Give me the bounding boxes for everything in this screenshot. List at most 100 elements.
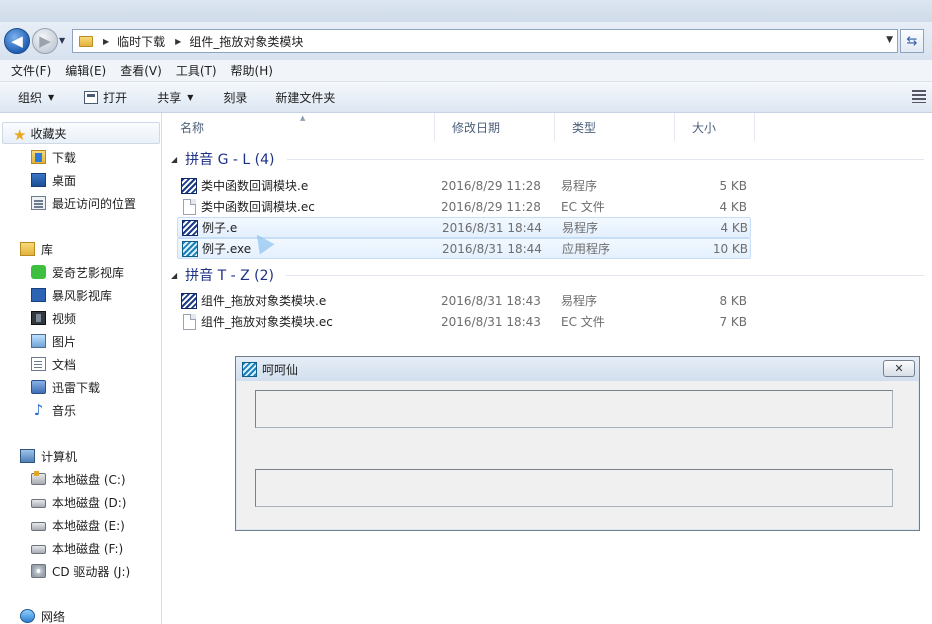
nav-documents[interactable]: 文档 [31, 353, 76, 375]
collapse-triangle-icon[interactable]: ◢ [171, 155, 177, 164]
nav-label: 文档 [52, 357, 77, 372]
drop-target-box-2[interactable] [255, 469, 893, 507]
view-options-icon[interactable] [912, 90, 926, 103]
share-button[interactable]: 共享 ▼ [137, 85, 203, 109]
pictures-icon [31, 334, 46, 348]
nav-label: 爱奇艺影视库 [52, 265, 125, 280]
file-size: 4 KB [720, 220, 748, 235]
refresh-button[interactable]: ⇆ [900, 29, 924, 53]
file-date: 2016/8/31 18:43 [441, 293, 541, 308]
collapse-triangle-icon[interactable]: ◢ [171, 271, 177, 280]
refresh-icon: ⇆ [906, 33, 918, 49]
column-name[interactable]: 名称 [163, 113, 435, 141]
menu-help[interactable]: 帮助(H) [224, 62, 280, 79]
nav-disk-e[interactable]: 本地磁盘 (E:) [31, 514, 125, 536]
app-icon [242, 361, 257, 377]
dialog-window: 呵呵仙 ✕ [235, 356, 920, 531]
nav-pictures[interactable]: 图片 [31, 330, 76, 352]
nav-label: 迅雷下载 [52, 380, 101, 395]
file-size: 10 KB [712, 241, 748, 256]
nav-label: 本地磁盘 (D:) [52, 495, 127, 510]
nav-favorites[interactable]: ★ 收藏夹 [2, 122, 160, 144]
nav-computer[interactable]: 计算机 [20, 445, 77, 467]
close-button[interactable]: ✕ [883, 360, 915, 377]
burn-button[interactable]: 刻录 [203, 85, 257, 109]
column-type[interactable]: 类型 [555, 113, 675, 141]
share-label: 共享 [157, 90, 182, 105]
close-icon: ✕ [894, 362, 904, 375]
arrow-right-icon: ▶ [39, 32, 51, 50]
file-row[interactable]: 组件_拖放对象类模块.e 2016/8/31 18:43 易程序 8 KB [177, 290, 751, 311]
downloads-folder-icon [31, 150, 46, 164]
file-date: 2016/8/31 18:43 [441, 314, 541, 329]
drop-target-box-1[interactable] [255, 390, 893, 428]
nav-label: 桌面 [52, 173, 77, 188]
blank-file-icon [183, 198, 196, 215]
menu-view[interactable]: 查看(V) [113, 62, 169, 79]
file-row[interactable]: 类中函数回调模块.ec 2016/8/29 11:28 EC 文件 4 KB [177, 196, 751, 217]
group-header[interactable]: ◢ 拼音 T - Z (2) [163, 265, 932, 285]
new-folder-label: 新建文件夹 [275, 90, 336, 105]
nav-storm[interactable]: 暴风影视库 [31, 284, 112, 306]
file-row[interactable]: 组件_拖放对象类模块.ec 2016/8/31 18:43 EC 文件 7 KB [177, 311, 751, 332]
address-bar[interactable]: ▶ 临时下载 ▶ 组件_拖放对象类模块 ▼ [72, 29, 898, 53]
nav-label: 库 [41, 242, 54, 257]
file-size: 8 KB [719, 293, 747, 308]
open-window-icon [84, 90, 99, 104]
nav-libraries[interactable]: 库 [20, 238, 53, 260]
column-date[interactable]: 修改日期 [435, 113, 555, 141]
star-icon: ★ [13, 126, 27, 144]
nav-iqiyi[interactable]: 爱奇艺影视库 [31, 261, 124, 283]
nav-disk-d[interactable]: 本地磁盘 (D:) [31, 491, 126, 513]
sort-ascending-icon: ▲ [300, 114, 306, 122]
file-type: 易程序 [562, 221, 599, 235]
file-row[interactable]: 类中函数回调模块.e 2016/8/29 11:28 易程序 5 KB [177, 175, 751, 196]
column-label: 类型 [572, 120, 597, 135]
menu-file[interactable]: 文件(F) [4, 62, 58, 79]
nav-disk-c[interactable]: 本地磁盘 (C:) [31, 468, 126, 490]
file-size: 7 KB [719, 314, 747, 329]
file-date: 2016/8/31 18:44 [442, 241, 542, 256]
breadcrumb-item[interactable]: 组件_拖放对象类模块 [189, 33, 303, 50]
column-size[interactable]: 大小 [675, 113, 755, 141]
menu-edit[interactable]: 编辑(E) [58, 62, 113, 79]
nav-xunlei[interactable]: 迅雷下载 [31, 376, 100, 398]
organize-button[interactable]: 组织 ▼ [0, 85, 64, 109]
forward-button[interactable]: ▶ [32, 28, 58, 54]
group-header[interactable]: ◢ 拼音 G - L (4) [163, 149, 932, 169]
open-label: 打开 [103, 90, 128, 105]
file-name: 组件_拖放对象类模块.e [201, 294, 327, 308]
nav-disk-f[interactable]: 本地磁盘 (F:) [31, 537, 123, 559]
address-row: ◀ ▶ ▼ ▶ 临时下载 ▶ 组件_拖放对象类模块 ▼ ⇆ [0, 22, 932, 60]
new-folder-button[interactable]: 新建文件夹 [257, 85, 345, 109]
nav-recent[interactable]: 最近访问的位置 [31, 192, 136, 214]
nav-desktop[interactable]: 桌面 [31, 169, 76, 191]
history-dropdown-icon[interactable]: ▼ [59, 36, 65, 45]
breadcrumb-separator-icon[interactable]: ▶ [103, 37, 109, 46]
nav-label: 本地磁盘 (E:) [52, 518, 125, 533]
file-name: 例子.e [202, 221, 238, 235]
dialog-title: 呵呵仙 [262, 362, 299, 377]
file-name: 组件_拖放对象类模块.ec [201, 315, 333, 329]
address-dropdown-icon[interactable]: ▼ [886, 35, 893, 45]
nav-downloads[interactable]: 下载 [31, 146, 76, 168]
cd-drive-icon [31, 564, 46, 578]
back-button[interactable]: ◀ [4, 28, 30, 54]
nav-label: 收藏夹 [30, 126, 67, 141]
menu-tools[interactable]: 工具(T) [169, 62, 224, 79]
open-button[interactable]: 打开 [64, 85, 137, 109]
nav-label: 计算机 [41, 449, 78, 464]
video-film-icon [31, 311, 46, 325]
library-icon [20, 242, 35, 256]
nav-videos[interactable]: 视频 [31, 307, 76, 329]
nav-music[interactable]: ♪ 音乐 [31, 399, 76, 421]
dialog-title-bar[interactable]: 呵呵仙 ✕ [236, 357, 919, 381]
nav-cd-drive[interactable]: CD 驱动器 (J:) [31, 560, 130, 582]
file-date: 2016/8/29 11:28 [441, 178, 541, 193]
command-toolbar: 组织 ▼ 打开 共享 ▼ 刻录 新建文件夹 [0, 82, 932, 113]
nav-network[interactable]: 网络 [20, 605, 65, 624]
caret-down-icon: ▼ [187, 92, 194, 102]
nav-label: CD 驱动器 (J:) [52, 564, 131, 579]
breadcrumb-item[interactable]: 临时下载 [117, 33, 165, 50]
breadcrumb-separator-icon[interactable]: ▶ [175, 37, 181, 46]
